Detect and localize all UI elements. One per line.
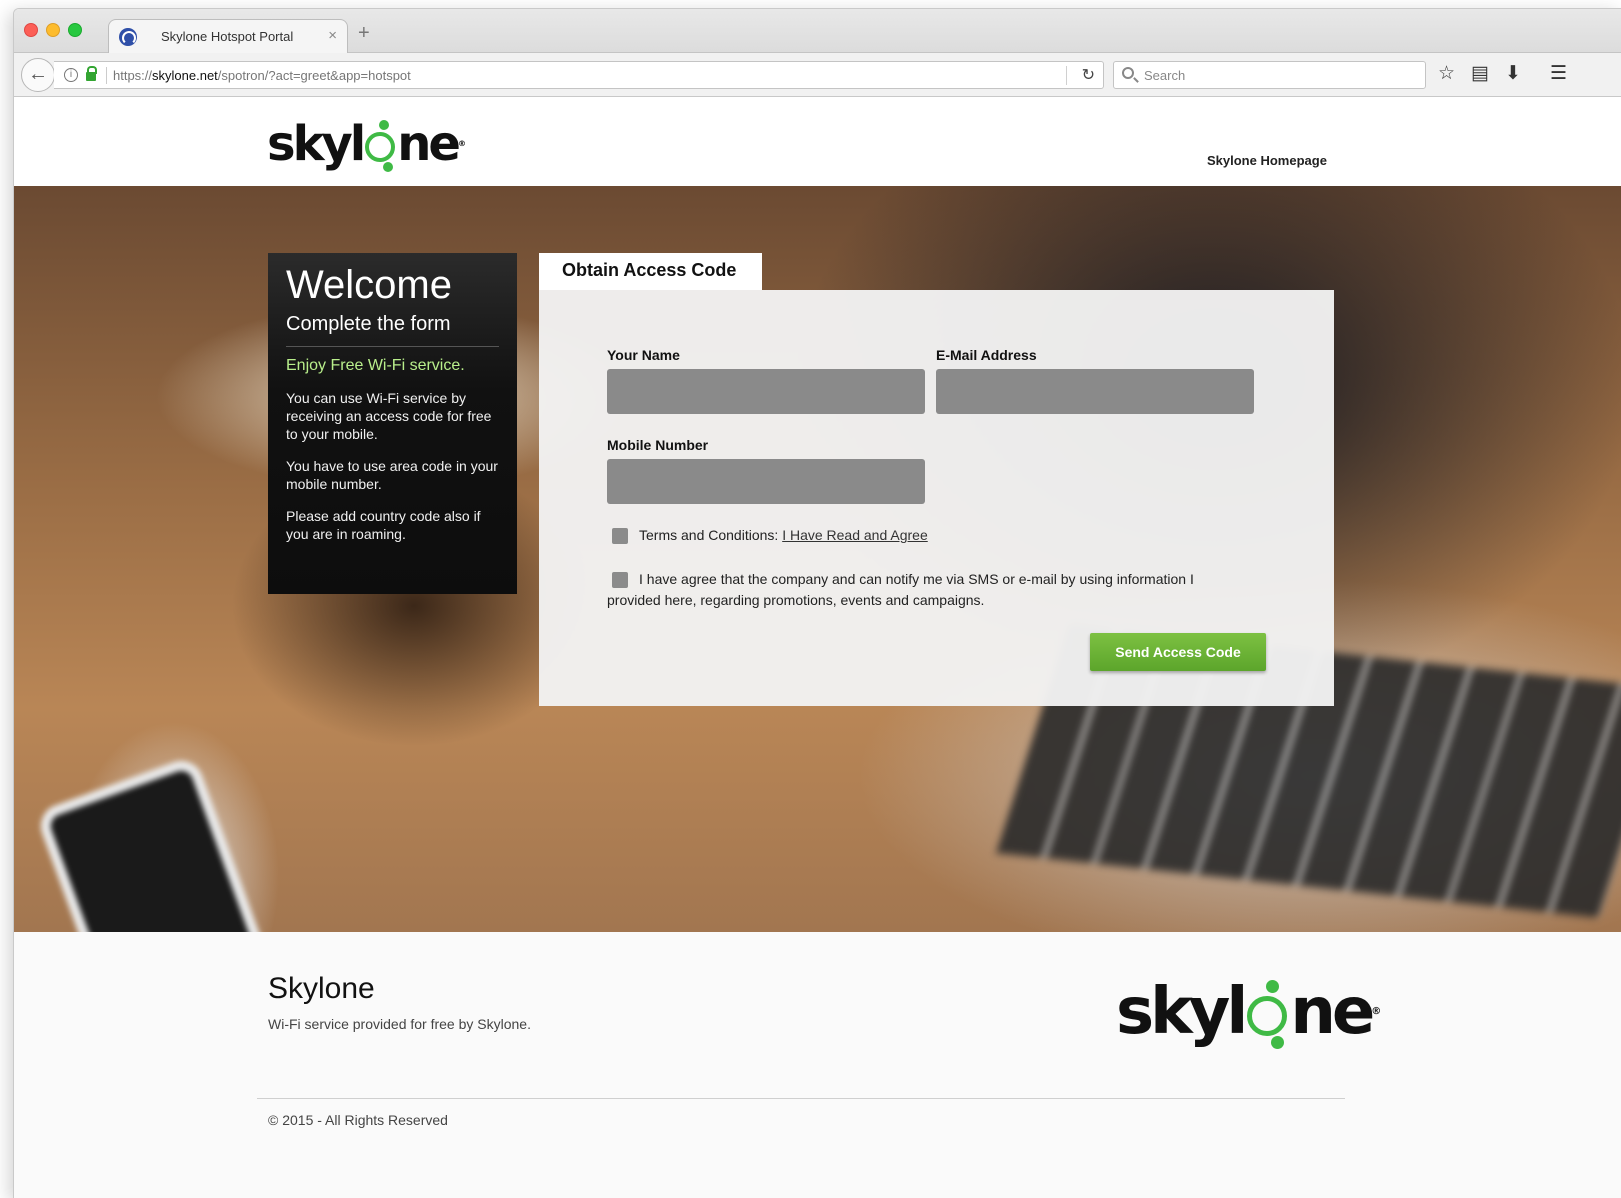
tab-obtain-access-code[interactable]: Obtain Access Code <box>539 253 762 290</box>
minimize-window-button[interactable] <box>46 23 60 37</box>
download-icon[interactable]: ⬇ <box>1505 62 1521 86</box>
tab-close-icon[interactable]: × <box>328 27 337 44</box>
welcome-panel: Welcome Complete the form Enjoy Free Wi-… <box>268 253 517 594</box>
footer-subtitle: Wi-Fi service provided for free by Skylo… <box>268 1016 531 1032</box>
tab-skylone-hotspot[interactable]: Skylone Hotspot Portal × <box>108 19 348 54</box>
network-node-logo-icon <box>365 120 396 172</box>
search-icon <box>1122 67 1134 79</box>
browser-window: Skylone Hotspot Portal × + ← i https://s… <box>13 8 1621 1198</box>
terms-link[interactable]: I Have Read and Agree <box>782 527 928 543</box>
welcome-paragraph-3: Please add country code also if you are … <box>286 508 481 542</box>
new-tab-button[interactable]: + <box>358 22 370 45</box>
phone-background-image <box>34 754 284 932</box>
url-separator <box>106 67 107 84</box>
address-bar[interactable]: i https://skylone.net/spotron/?act=greet… <box>54 61 1104 89</box>
maximize-window-button[interactable] <box>68 23 82 37</box>
tab-strip: Skylone Hotspot Portal × + <box>14 9 1621 54</box>
close-window-button[interactable] <box>24 23 38 37</box>
welcome-paragraph-2: You have to use area code in your mobile… <box>286 458 498 492</box>
mobile-input[interactable] <box>607 459 925 504</box>
url-divider <box>1066 66 1067 85</box>
email-input[interactable] <box>936 369 1254 414</box>
send-access-code-button[interactable]: Send Access Code <box>1090 633 1266 671</box>
name-input[interactable] <box>607 369 925 414</box>
terms-checkbox[interactable] <box>612 528 628 544</box>
welcome-subtitle: Complete the form <box>286 313 499 347</box>
mobile-label: Mobile Number <box>607 437 709 453</box>
tab-title: Skylone Hotspot Portal <box>161 29 294 44</box>
menu-icon[interactable]: ☰ <box>1550 62 1567 86</box>
star-icon[interactable]: ☆ <box>1438 62 1455 86</box>
back-arrow-icon[interactable]: ← <box>21 58 55 92</box>
registered-mark: ® <box>457 139 466 148</box>
navigation-bar: ← i https://skylone.net/spotron/?act=gre… <box>14 53 1621 97</box>
footer-network-node-logo-icon <box>1247 980 1288 1049</box>
email-label: E-Mail Address <box>936 347 1037 363</box>
logo-text-end: ne <box>397 116 461 172</box>
welcome-paragraph-1: You can use Wi-Fi service by receiving a… <box>286 390 492 442</box>
wifi-favicon-icon <box>119 28 137 46</box>
reload-icon[interactable]: ↻ <box>1082 65 1095 85</box>
welcome-title: Welcome <box>286 263 452 307</box>
site-header: skyl ne® Skylone Homepage <box>14 98 1621 186</box>
access-code-form: Your Name E-Mail Address Mobile Number T… <box>539 290 1334 706</box>
url-prefix: https:// <box>113 68 153 83</box>
skylone-homepage-link[interactable]: Skylone Homepage <box>1207 153 1327 168</box>
hero-background: Welcome Complete the form Enjoy Free Wi-… <box>14 186 1621 932</box>
terms-label: Terms and Conditions: <box>639 527 779 543</box>
url-path: /spotron/?act=greet&app=hotspot <box>217 68 411 83</box>
footer-logo-text-end: ne <box>1290 975 1375 1049</box>
terms-text: Terms and Conditions: I Have Read and Ag… <box>639 525 928 546</box>
search-bar[interactable]: Search <box>1113 61 1426 89</box>
name-label: Your Name <box>607 347 680 363</box>
welcome-enjoy-text: Enjoy Free Wi-Fi service. <box>286 357 465 374</box>
footer-skylone-logo: skyl ne® <box>1116 972 1381 1052</box>
footer-copyright: © 2015 - All Rights Reserved <box>268 1112 448 1128</box>
search-placeholder: Search <box>1144 68 1186 83</box>
lock-icon[interactable] <box>86 66 97 81</box>
reading-list-icon[interactable]: ▤ <box>1471 62 1489 86</box>
page-content: skyl ne® Skylone Homepage Welcome Complet… <box>14 98 1621 1198</box>
site-footer: Skylone Wi-Fi service provided for free … <box>14 932 1621 1198</box>
skylone-logo[interactable]: skyl ne® <box>267 114 466 174</box>
url-host: skylone.net <box>152 68 218 83</box>
footer-title: Skylone <box>268 972 375 1005</box>
footer-divider <box>257 1098 1345 1099</box>
footer-logo-text-start: skyl <box>1116 975 1248 1049</box>
footer-registered-mark: ® <box>1371 1006 1382 1017</box>
logo-text-start: skyl <box>267 116 366 172</box>
url-text[interactable]: https://skylone.net/spotron/?act=greet&a… <box>113 68 411 83</box>
consent-text: I have agree that the company and can no… <box>607 571 1194 608</box>
info-icon[interactable]: i <box>64 68 78 82</box>
